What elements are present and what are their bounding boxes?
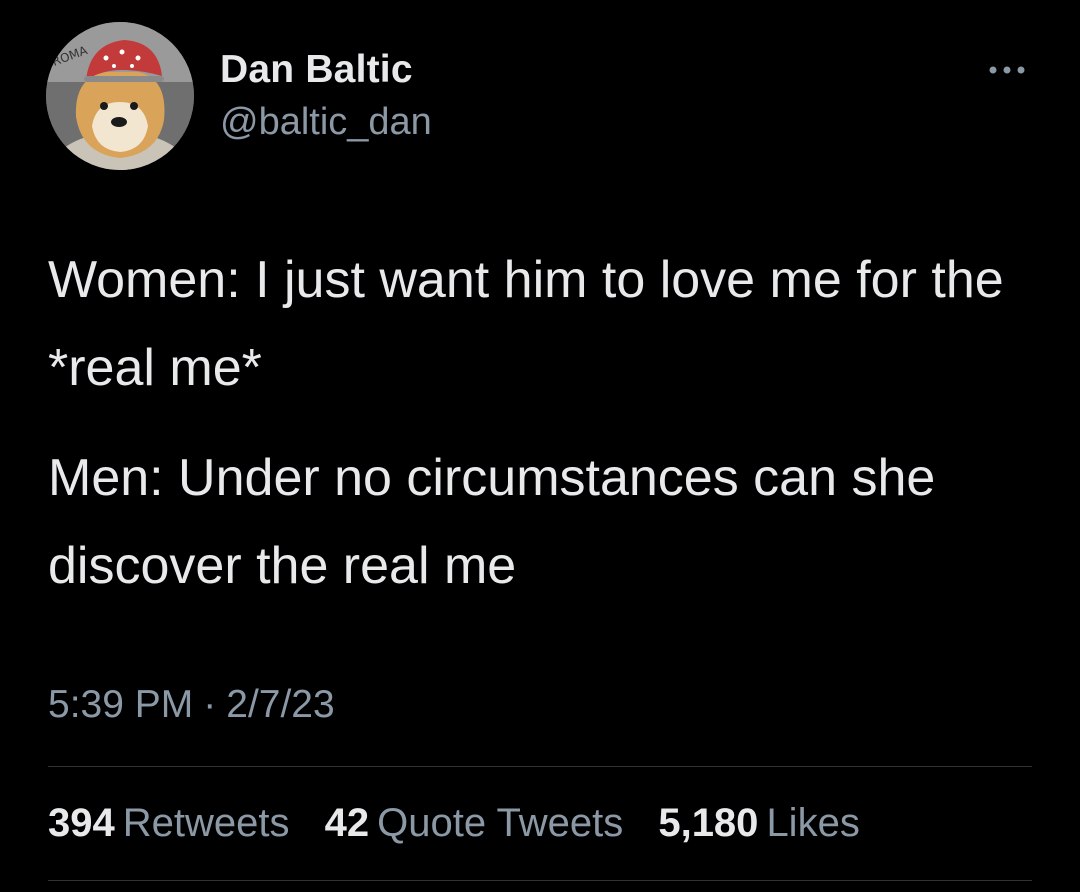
more-options-button[interactable] [984, 58, 1030, 82]
user-avatar[interactable]: ROMA [46, 22, 194, 170]
quote-tweets-label: Quote Tweets [377, 801, 624, 845]
tweet-paragraph: Women: I just want him to love me for th… [48, 251, 1004, 397]
retweets-count: 394 [48, 801, 115, 845]
quote-tweets-stat[interactable]: 42 Quote Tweets [325, 801, 624, 846]
divider [48, 880, 1032, 881]
tweet-date: 2/7/23 [226, 683, 335, 726]
quote-tweets-count: 42 [324, 801, 370, 845]
tweet-paragraph: Men: Under no circumstances can she disc… [48, 449, 936, 595]
timestamp-separator: · [203, 683, 217, 726]
retweets-label: Retweets [122, 801, 290, 845]
tweet-time: 5:39 PM [48, 683, 194, 726]
doge-with-helmet-avatar-icon: ROMA [46, 22, 194, 170]
likes-stat[interactable]: 5,180 Likes [658, 801, 860, 846]
divider [48, 766, 1032, 767]
ellipsis-horizontal-icon [989, 66, 1025, 74]
tweet-timestamp[interactable]: 5:39 PM · 2/7/23 [48, 683, 335, 727]
likes-count: 5,180 [658, 801, 759, 845]
user-handle[interactable]: @baltic_dan [220, 101, 432, 144]
user-display-name[interactable]: Dan Baltic [220, 48, 413, 92]
tweet-text: Women: I just want him to love me for th… [48, 236, 1038, 610]
retweets-stat[interactable]: 394 Retweets [48, 801, 290, 846]
tweet-stats: 394 Retweets 42 Quote Tweets 5,180 Likes [48, 801, 884, 846]
likes-label: Likes [766, 801, 860, 845]
tweet-card: ROMA Dan Baltic @baltic_dan Women: I jus… [0, 0, 1080, 892]
